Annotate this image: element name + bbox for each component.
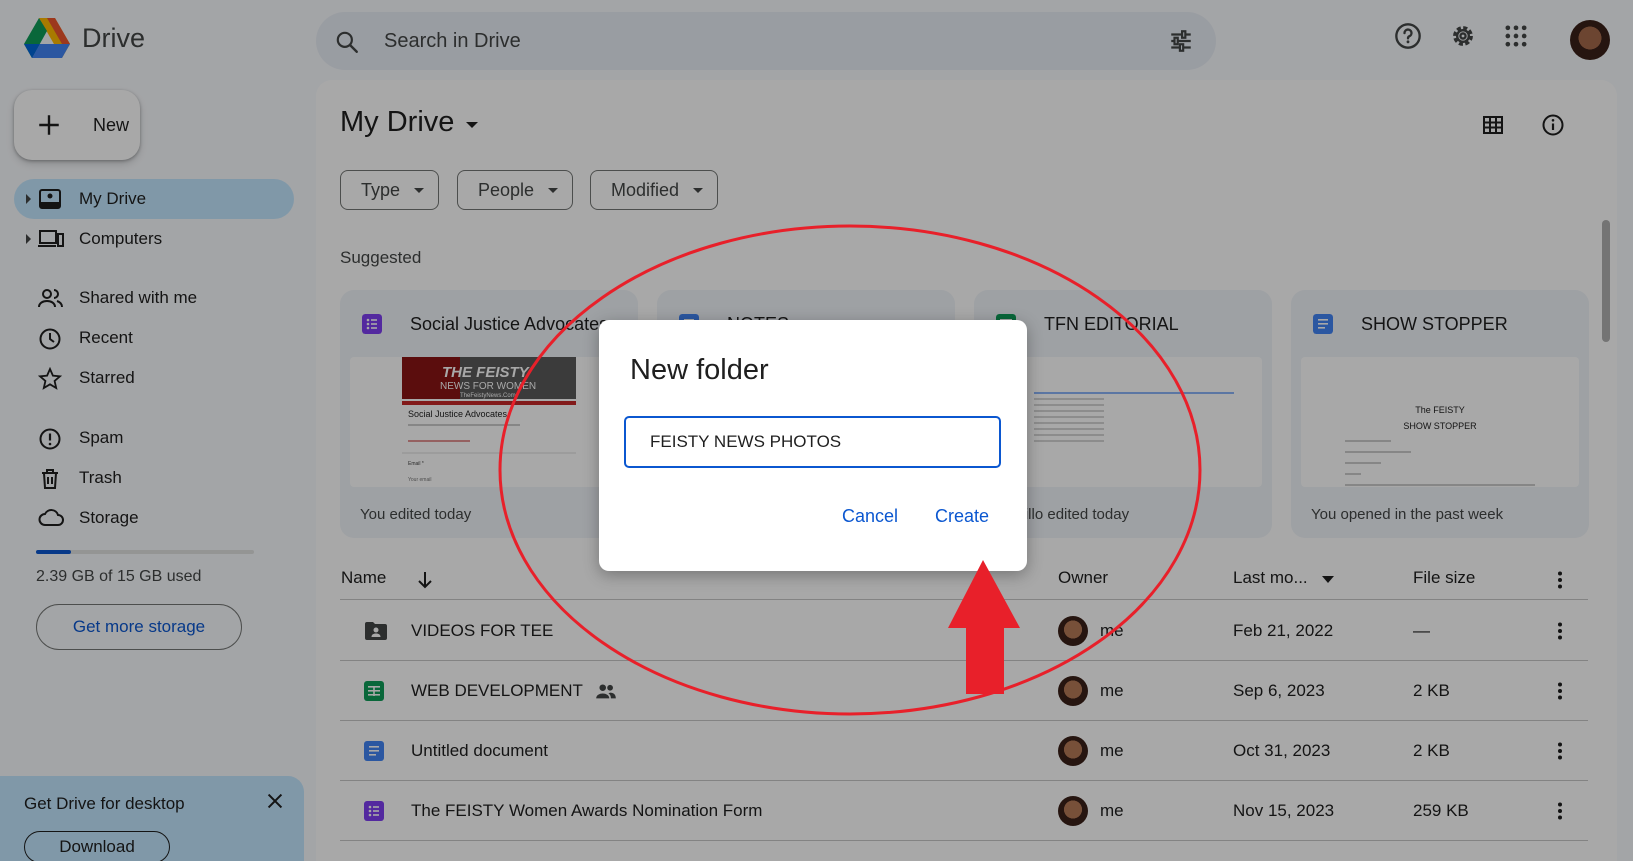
folder-name-input[interactable]	[624, 416, 1001, 468]
dialog-title: New folder	[630, 354, 769, 386]
create-button[interactable]: Create	[935, 506, 989, 527]
new-folder-dialog: New folder Cancel Create	[599, 320, 1027, 571]
cancel-button[interactable]: Cancel	[842, 506, 898, 527]
